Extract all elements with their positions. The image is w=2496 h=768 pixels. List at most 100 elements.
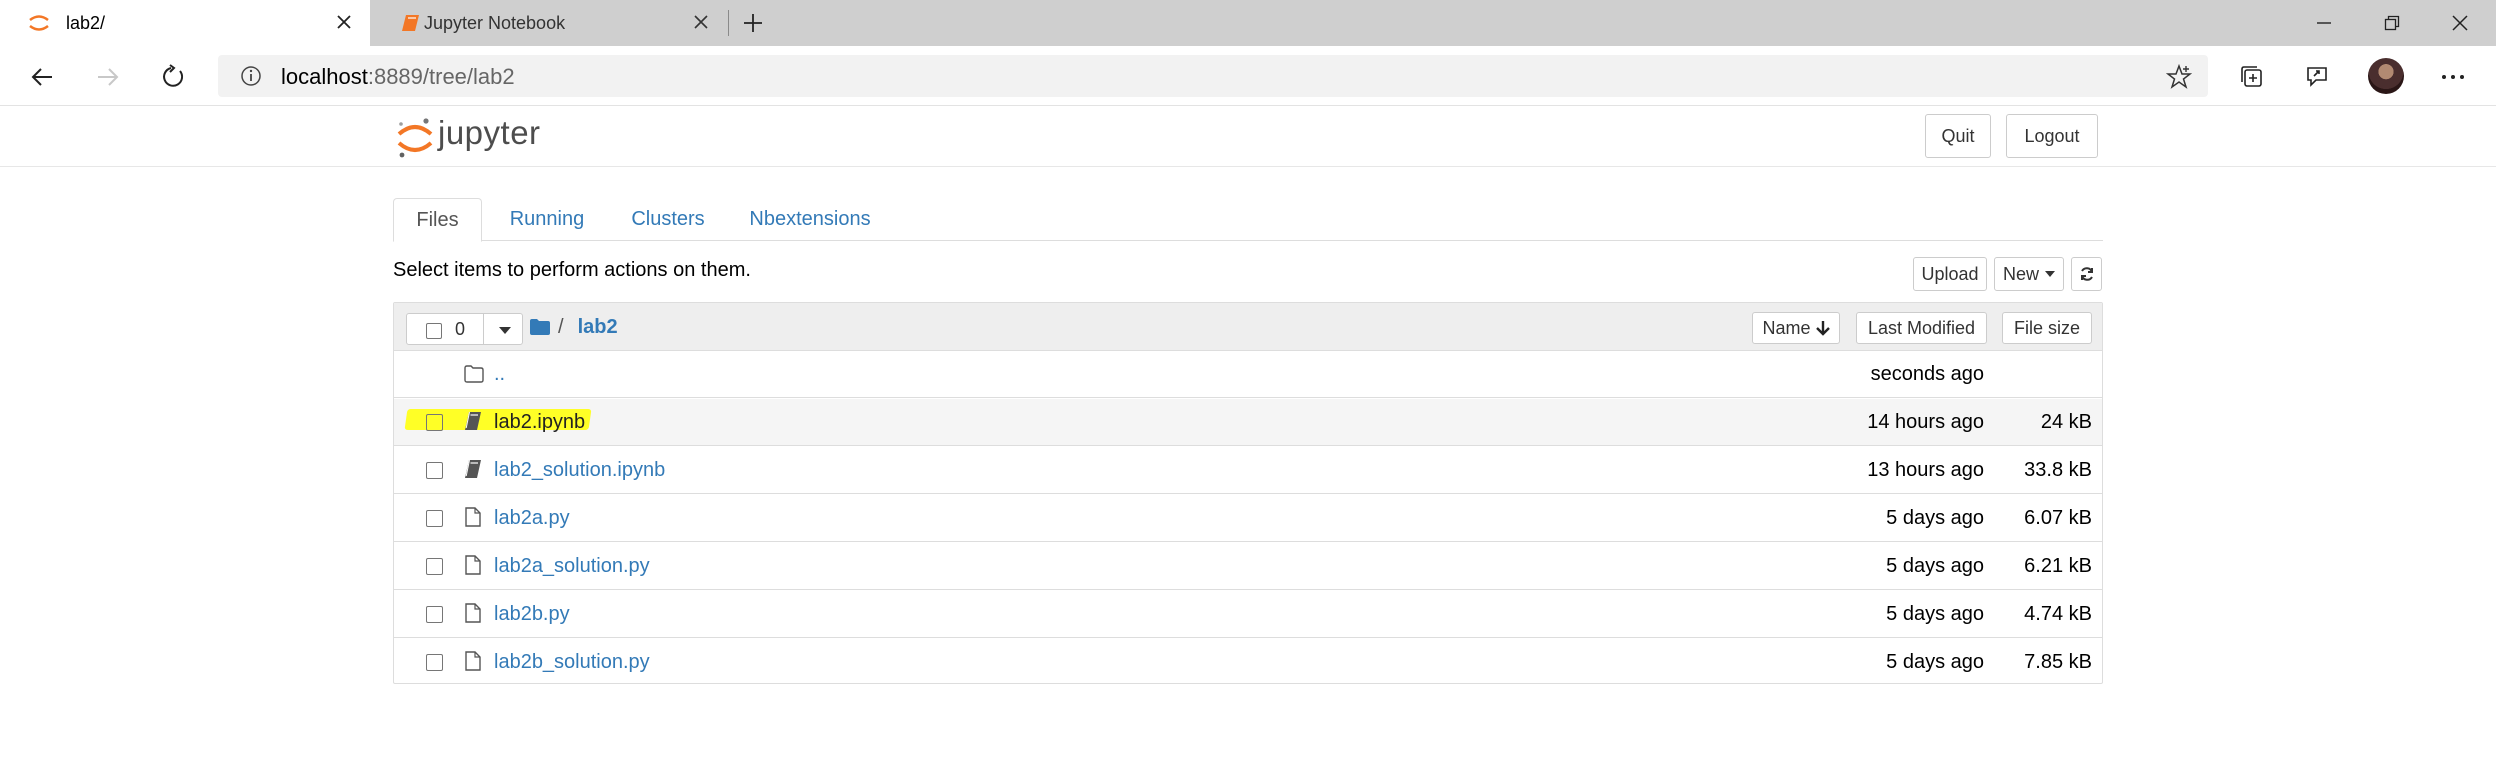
notebook-icon (465, 459, 481, 478)
file-icon (465, 507, 481, 527)
browser-tabstrip: lab2/ Jupyter Notebook (0, 0, 2496, 46)
dashboard-tabs: Files Running Clusters Nbextensions (393, 198, 2103, 242)
file-icon (465, 603, 481, 623)
file-list-header: 0 / lab2 Name Last Modified File size (394, 303, 2102, 351)
restore-icon[interactable] (2374, 8, 2410, 38)
list-item[interactable]: lab2a_solution.py 5 days ago 6.21 kB (394, 543, 2102, 590)
refresh-list-button[interactable] (2071, 257, 2102, 291)
breadcrumb-dir[interactable]: lab2 (578, 316, 618, 339)
quit-button[interactable]: Quit (1925, 114, 1991, 158)
avatar[interactable] (2368, 58, 2404, 94)
breadcrumb-separator: / (558, 315, 564, 338)
share-icon[interactable] (2301, 61, 2333, 93)
row-checkbox[interactable] (426, 606, 443, 623)
file-name[interactable]: lab2b_solution.py (494, 651, 650, 674)
url-text[interactable]: localhost:8889/tree/lab2 (281, 64, 515, 90)
list-item[interactable]: lab2b_solution.py 5 days ago 7.85 kB (394, 639, 2102, 686)
collections-icon[interactable] (2236, 61, 2268, 93)
new-button[interactable]: New (1994, 257, 2064, 291)
file-name[interactable]: lab2.ipynb (494, 411, 585, 434)
plus-icon[interactable] (738, 9, 768, 37)
back-icon[interactable] (26, 61, 58, 93)
browser-tab-title: lab2/ (66, 13, 106, 33)
tab-running[interactable]: Running (497, 198, 597, 241)
more-icon[interactable] (2437, 61, 2469, 93)
file-modified: 5 days ago (1886, 507, 1984, 529)
sort-name-label: Name (1762, 317, 1811, 338)
close-window-icon[interactable] (2442, 8, 2478, 38)
notebook-favicon (402, 15, 419, 31)
sort-name-button[interactable]: Name (1752, 312, 1840, 344)
file-icon (465, 651, 481, 671)
file-name[interactable]: lab2a.py (494, 507, 570, 530)
file-size: 6.07 kB (2024, 507, 2092, 529)
dropdown-divider (483, 314, 484, 344)
tab-files[interactable]: Files (393, 198, 482, 242)
file-modified: 13 hours ago (1867, 459, 1984, 481)
file-size: 6.21 kB (2024, 555, 2092, 577)
caret-down-icon (2045, 271, 2055, 277)
row-checkbox[interactable] (426, 414, 443, 431)
file-icon (465, 555, 481, 575)
caret-down-icon[interactable] (499, 327, 511, 334)
sort-modified-button[interactable]: Last Modified (1856, 312, 1987, 344)
breadcrumb: / lab2 (530, 313, 618, 341)
jupyter-favicon (29, 15, 49, 31)
file-list: 0 / lab2 Name Last Modified File size ..… (393, 302, 2103, 684)
file-name[interactable]: .. (494, 363, 505, 386)
tab-clusters[interactable]: Clusters (619, 198, 717, 241)
jupyter-header: jupyter Quit Logout (0, 107, 2496, 167)
browser-tab-title: Jupyter Notebook (424, 13, 566, 33)
tab-separator (728, 10, 729, 36)
file-name[interactable]: lab2b.py (494, 603, 570, 626)
list-item[interactable]: lab2.ipynb 14 hours ago 24 kB (394, 399, 2102, 446)
file-modified: 5 days ago (1886, 651, 1984, 673)
forward-icon[interactable] (92, 61, 124, 93)
browser-navbar: localhost:8889/tree/lab2 (0, 46, 2496, 106)
file-modified: 5 days ago (1886, 603, 1984, 625)
list-item[interactable]: lab2b.py 5 days ago 4.74 kB (394, 591, 2102, 638)
file-modified: seconds ago (1870, 363, 1984, 385)
file-size: 7.85 kB (2024, 651, 2092, 673)
row-checkbox[interactable] (426, 558, 443, 575)
file-modified: 5 days ago (1886, 555, 1984, 577)
select-all-checkbox[interactable] (426, 323, 442, 339)
refresh-icon (2080, 267, 2093, 281)
file-size: 4.74 kB (2024, 603, 2092, 625)
folder-icon (464, 365, 484, 383)
selected-count: 0 (455, 319, 466, 339)
minimize-icon[interactable] (2306, 8, 2342, 38)
file-modified: 14 hours ago (1867, 411, 1984, 433)
jupyter-logo-icon (397, 118, 433, 158)
new-button-label: New (2002, 263, 2039, 284)
file-name[interactable]: lab2_solution.ipynb (494, 459, 665, 482)
folder-icon[interactable] (530, 319, 550, 335)
jupyter-logo-text: jupyter (438, 114, 541, 151)
row-checkbox[interactable] (426, 462, 443, 479)
refresh-icon[interactable] (157, 61, 189, 93)
list-item[interactable]: lab2a.py 5 days ago 6.07 kB (394, 495, 2102, 542)
close-icon[interactable] (689, 10, 713, 34)
browser-tab-lab2[interactable]: lab2/ (0, 0, 370, 46)
star-icon[interactable] (2166, 64, 2192, 90)
list-item-parent[interactable]: .. seconds ago (394, 351, 2102, 398)
tab-nbextensions[interactable]: Nbextensions (740, 198, 880, 241)
row-checkbox[interactable] (426, 510, 443, 527)
logout-button[interactable]: Logout (2006, 114, 2098, 158)
select-all-dropdown[interactable]: 0 (406, 313, 523, 345)
notebook-icon (465, 411, 481, 430)
list-item[interactable]: lab2_solution.ipynb 13 hours ago 33.8 kB (394, 447, 2102, 494)
file-name[interactable]: lab2a_solution.py (494, 555, 650, 578)
file-size: 33.8 kB (2024, 459, 2092, 481)
address-bar[interactable]: localhost:8889/tree/lab2 (218, 55, 2208, 97)
select-hint: Select items to perform actions on them. (393, 259, 751, 281)
jupyter-logo[interactable]: jupyter (396, 111, 596, 161)
file-size: 24 kB (2040, 411, 2092, 433)
upload-button[interactable]: Upload (1913, 257, 1987, 291)
row-checkbox[interactable] (426, 654, 443, 671)
arrow-down-icon (1815, 321, 1830, 336)
info-icon[interactable] (240, 65, 262, 87)
close-icon[interactable] (332, 10, 356, 34)
browser-tab-jupyter-notebook[interactable]: Jupyter Notebook (372, 0, 727, 46)
sort-size-button[interactable]: File size (2002, 312, 2092, 344)
